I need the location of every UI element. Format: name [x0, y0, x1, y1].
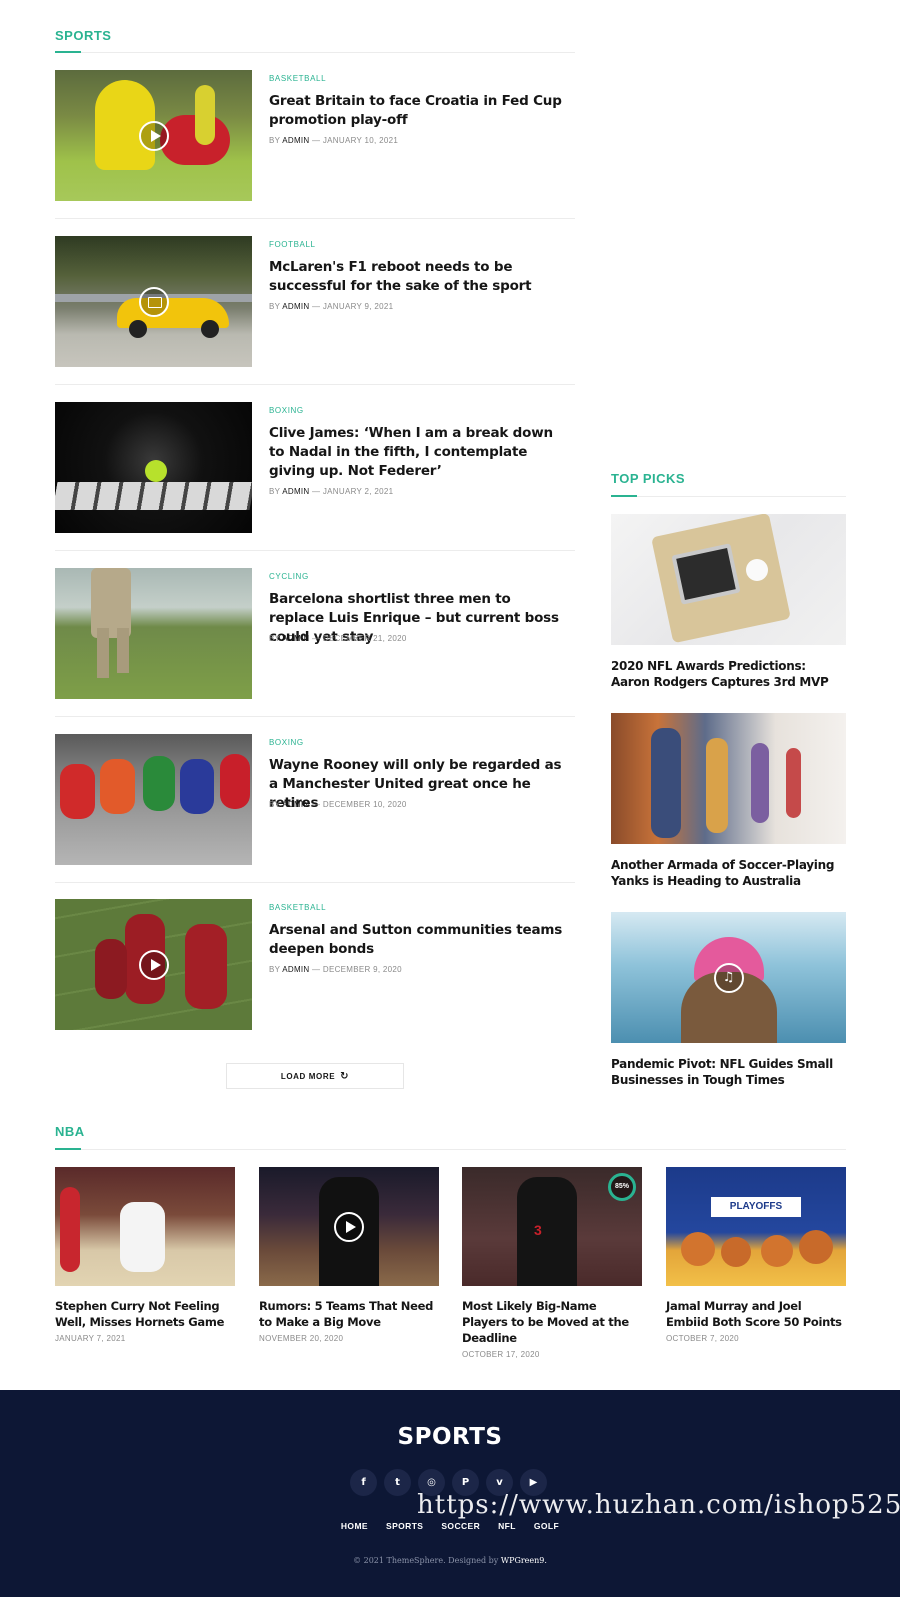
- top-picks-title: TOP PICKS: [611, 471, 686, 486]
- post-author[interactable]: ADMIN: [282, 302, 309, 311]
- designer-link[interactable]: WPGreen9.: [501, 1556, 547, 1565]
- post-author[interactable]: ADMIN: [282, 800, 309, 809]
- post-category[interactable]: CYCLING: [269, 572, 309, 581]
- top-pick-thumbnail[interactable]: ♫: [611, 912, 846, 1043]
- post-meta: BY ADMIN — JANUARY 10, 2021: [269, 136, 399, 145]
- post-title[interactable]: Clive James: ‘When I am a break down to …: [269, 424, 569, 481]
- footer-nav-nfl[interactable]: NFL: [498, 1521, 516, 1531]
- post-item[interactable]: BASKETBALL Great Britain to face Croatia…: [55, 70, 575, 201]
- post-thumbnail[interactable]: [55, 236, 252, 367]
- post-item[interactable]: BOXING Clive James: ‘When I am a break d…: [55, 402, 575, 533]
- nba-date: JANUARY 7, 2021: [55, 1334, 126, 1343]
- post-category[interactable]: BOXING: [269, 738, 304, 747]
- post-author[interactable]: ADMIN: [282, 136, 309, 145]
- play-icon[interactable]: [138, 120, 169, 151]
- footer-nav: HOME SPORTS SOCCER NFL GOLF: [0, 1521, 900, 1531]
- audio-icon[interactable]: ♫: [713, 962, 744, 993]
- top-pick-title[interactable]: 2020 NFL Awards Predictions: Aaron Rodge…: [611, 658, 846, 690]
- post-thumbnail[interactable]: [55, 70, 252, 201]
- post-category[interactable]: BASKETBALL: [269, 74, 326, 83]
- post-category[interactable]: BOXING: [269, 406, 304, 415]
- nba-thumbnail[interactable]: PLAYOFFS: [666, 1167, 846, 1286]
- nba-title[interactable]: Rumors: 5 Teams That Need to Make a Big …: [259, 1298, 439, 1330]
- post-thumbnail[interactable]: [55, 899, 252, 1030]
- top-pick-item[interactable]: Another Armada of Soccer-Playing Yanks i…: [611, 713, 846, 889]
- post-author[interactable]: ADMIN: [282, 634, 309, 643]
- post-item[interactable]: BASKETBALL Arsenal and Sutton communitie…: [55, 899, 575, 1030]
- post-item[interactable]: CYCLING Barcelona shortlist three men to…: [55, 568, 575, 699]
- post-item[interactable]: FOOTBALL McLaren's F1 reboot needs to be…: [55, 236, 575, 367]
- play-icon[interactable]: [138, 949, 169, 980]
- divider: [55, 882, 575, 883]
- nba-thumbnail[interactable]: 3 85%: [462, 1167, 642, 1286]
- post-thumbnail[interactable]: [55, 568, 252, 699]
- jersey-number: 3: [534, 1222, 542, 1238]
- post-meta: BY ADMIN — DECEMBER 21, 2020: [269, 634, 407, 643]
- nba-item[interactable]: Rumors: 5 Teams That Need to Make a Big …: [259, 1167, 439, 1343]
- nba-item[interactable]: Stephen Curry Not Feeling Well, Misses H…: [55, 1167, 235, 1343]
- post-meta: BY ADMIN — JANUARY 2, 2021: [269, 487, 394, 496]
- facebook-icon[interactable]: f: [350, 1469, 377, 1496]
- sports-section-rule: [55, 51, 575, 53]
- nba-thumbnail[interactable]: [259, 1167, 439, 1286]
- refresh-icon: ↻: [340, 1070, 350, 1082]
- sports-section-title: SPORTS: [55, 28, 112, 43]
- nba-title[interactable]: Most Likely Big-Name Players to be Moved…: [462, 1298, 642, 1346]
- post-meta: BY ADMIN — DECEMBER 10, 2020: [269, 800, 407, 809]
- footer-nav-soccer[interactable]: SOCCER: [441, 1521, 480, 1531]
- nba-date: NOVEMBER 20, 2020: [259, 1334, 344, 1343]
- nba-thumbnail[interactable]: [55, 1167, 235, 1286]
- footer-logo[interactable]: SPORTS: [0, 1424, 900, 1450]
- top-pick-thumbnail[interactable]: [611, 713, 846, 844]
- footer-nav-sports[interactable]: SPORTS: [386, 1521, 423, 1531]
- top-pick-thumbnail[interactable]: [611, 514, 846, 645]
- footer-nav-golf[interactable]: GOLF: [534, 1521, 559, 1531]
- post-author[interactable]: ADMIN: [282, 965, 309, 974]
- watermark: https://www.huzhan.com/ishop525: [417, 1490, 900, 1520]
- post-meta: BY ADMIN — DECEMBER 9, 2020: [269, 965, 402, 974]
- post-title[interactable]: Arsenal and Sutton communities teams dee…: [269, 921, 569, 959]
- nba-item[interactable]: PLAYOFFS Jamal Murray and Joel Embiid Bo…: [666, 1167, 846, 1343]
- post-thumbnail[interactable]: [55, 734, 252, 865]
- load-more-label: LOAD MORE: [280, 1071, 336, 1081]
- play-icon[interactable]: [334, 1211, 364, 1242]
- divider: [55, 716, 575, 717]
- nba-title[interactable]: Jamal Murray and Joel Embiid Both Score …: [666, 1298, 846, 1330]
- gallery-icon[interactable]: [138, 286, 169, 317]
- post-item[interactable]: BOXING Wayne Rooney will only be regarde…: [55, 734, 575, 865]
- nba-date: OCTOBER 17, 2020: [462, 1350, 540, 1359]
- nba-item[interactable]: 3 85% Most Likely Big-Name Players to be…: [462, 1167, 642, 1359]
- nba-section-title: NBA: [55, 1124, 85, 1139]
- playoffs-banner: PLAYOFFS: [711, 1197, 801, 1217]
- top-pick-title[interactable]: Pandemic Pivot: NFL Guides Small Busines…: [611, 1056, 846, 1088]
- top-picks-rule: [611, 495, 846, 497]
- nba-title[interactable]: Stephen Curry Not Feeling Well, Misses H…: [55, 1298, 235, 1330]
- load-more-button[interactable]: LOAD MORE ↻: [226, 1063, 404, 1089]
- footer-nav-home[interactable]: HOME: [341, 1521, 368, 1531]
- top-pick-title[interactable]: Another Armada of Soccer-Playing Yanks i…: [611, 857, 846, 889]
- post-meta: BY ADMIN — JANUARY 9, 2021: [269, 302, 394, 311]
- post-title[interactable]: Great Britain to face Croatia in Fed Cup…: [269, 92, 569, 130]
- top-pick-item[interactable]: 2020 NFL Awards Predictions: Aaron Rodge…: [611, 514, 846, 690]
- post-category[interactable]: FOOTBALL: [269, 240, 316, 249]
- review-score-badge: 85%: [608, 1173, 636, 1201]
- post-title[interactable]: McLaren's F1 reboot needs to be successf…: [269, 258, 569, 296]
- divider: [55, 550, 575, 551]
- post-thumbnail[interactable]: [55, 402, 252, 533]
- divider: [55, 218, 575, 219]
- twitter-icon[interactable]: t: [384, 1469, 411, 1496]
- post-author[interactable]: ADMIN: [282, 487, 309, 496]
- nba-date: OCTOBER 7, 2020: [666, 1334, 739, 1343]
- post-category[interactable]: BASKETBALL: [269, 903, 326, 912]
- top-pick-item[interactable]: ♫ Pandemic Pivot: NFL Guides Small Busin…: [611, 912, 846, 1088]
- divider: [55, 384, 575, 385]
- copyright: © 2021 ThemeSphere. Designed by WPGreen9…: [353, 1556, 547, 1565]
- nba-section-rule: [55, 1148, 846, 1150]
